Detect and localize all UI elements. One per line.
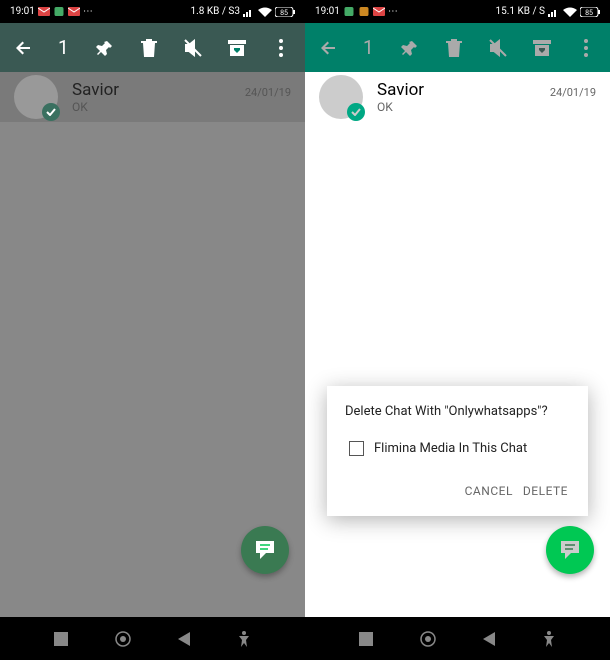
more-menu-button[interactable] <box>271 38 291 58</box>
app-icon <box>343 7 355 16</box>
selected-check-icon <box>42 103 60 121</box>
archive-button[interactable] <box>532 38 552 58</box>
nav-home-button[interactable] <box>420 631 436 647</box>
chat-date: 24/01/19 <box>245 86 291 99</box>
chat-preview: OK <box>377 100 550 114</box>
new-chat-fab[interactable] <box>546 526 594 574</box>
status-bar: 19:01 ⋯ 15.1 KB / S 85 <box>305 0 610 23</box>
mute-button[interactable] <box>183 38 203 58</box>
avatar <box>14 75 58 119</box>
back-button[interactable] <box>319 38 339 58</box>
navigation-bar <box>0 617 305 660</box>
nav-recents-button[interactable] <box>359 632 373 646</box>
status-time: 19:01 <box>315 6 340 17</box>
app-icon <box>358 7 370 16</box>
mute-button[interactable] <box>488 38 508 58</box>
selection-toolbar: 1 <box>305 23 610 72</box>
gmail-icon <box>373 7 385 16</box>
wifi-icon <box>563 7 577 17</box>
pin-button[interactable] <box>400 38 420 58</box>
battery-icon: 85 <box>275 7 295 17</box>
battery-icon: 85 <box>580 7 600 17</box>
signal-icon <box>548 7 560 17</box>
signal-icon <box>243 7 255 17</box>
more-dots-icon: ⋯ <box>83 6 94 17</box>
delete-button[interactable] <box>444 38 464 58</box>
chat-date: 24/01/19 <box>550 86 596 99</box>
back-button[interactable] <box>14 38 34 58</box>
screen-left: 19:01 ⋯ 1.8 KB / S3 85 1 <box>0 0 305 660</box>
delete-button[interactable] <box>139 38 159 58</box>
nav-accessibility-button[interactable] <box>237 631 251 647</box>
chat-preview: OK <box>72 100 245 114</box>
nav-back-button[interactable] <box>178 632 190 646</box>
archive-button[interactable] <box>227 38 247 58</box>
delete-media-checkbox[interactable] <box>349 441 364 456</box>
screen-right: 19:01 ⋯ 15.1 KB / S 85 1 <box>305 0 610 660</box>
svg-text:85: 85 <box>280 9 288 17</box>
gmail-icon <box>68 7 80 16</box>
pin-button[interactable] <box>95 38 115 58</box>
selection-count: 1 <box>363 36 374 59</box>
dialog-title: Delete Chat With "Onlywhatsapps"? <box>345 404 570 419</box>
gmail-icon <box>38 7 50 16</box>
cancel-button[interactable]: CANCEL <box>463 480 515 502</box>
app-icon <box>53 7 65 16</box>
svg-text:85: 85 <box>585 9 593 17</box>
nav-recents-button[interactable] <box>54 632 68 646</box>
selection-count: 1 <box>58 36 69 59</box>
status-time: 19:01 <box>10 6 35 17</box>
delete-confirm-button[interactable]: DELETE <box>521 480 570 502</box>
wifi-icon <box>258 7 272 17</box>
nav-back-button[interactable] <box>483 632 495 646</box>
chat-list-item[interactable]: Savior OK 24/01/19 <box>0 72 305 122</box>
more-menu-button[interactable] <box>576 38 596 58</box>
nav-accessibility-button[interactable] <box>542 631 556 647</box>
new-chat-fab[interactable] <box>241 526 289 574</box>
checkbox-label: Flimina Media In This Chat <box>374 441 527 456</box>
chat-name: Savior <box>72 80 245 100</box>
chat-list-item[interactable]: Savior OK 24/01/19 <box>305 72 610 122</box>
data-rate: 1.8 KB / S3 <box>190 6 240 17</box>
selected-check-icon <box>347 103 365 121</box>
delete-dialog: Delete Chat With "Onlywhatsapps"? Flimin… <box>327 386 588 516</box>
chat-name: Savior <box>377 80 550 100</box>
nav-home-button[interactable] <box>115 631 131 647</box>
selection-toolbar: 1 <box>0 23 305 72</box>
more-dots-icon: ⋯ <box>388 6 399 17</box>
status-bar: 19:01 ⋯ 1.8 KB / S3 85 <box>0 0 305 23</box>
avatar <box>319 75 363 119</box>
data-rate: 15.1 KB / S <box>495 6 545 17</box>
navigation-bar <box>305 617 610 660</box>
